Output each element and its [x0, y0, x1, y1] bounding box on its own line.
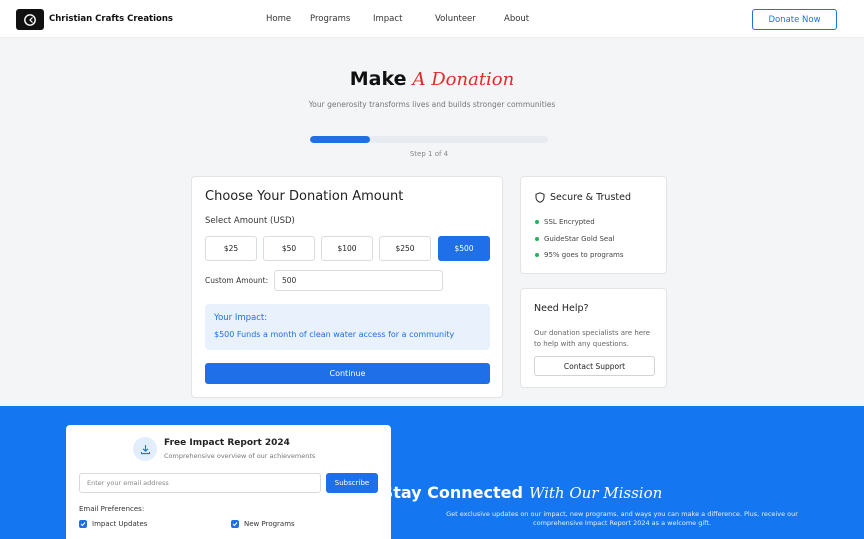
amount-button-25[interactable]: $25 [205, 236, 257, 261]
nav-link-about[interactable]: About [504, 14, 529, 24]
trust-item-label: SSL Encrypted [544, 218, 595, 226]
stay-title-script: With Our Mission [528, 483, 663, 502]
impact-box: Your Impact: $500 Funds a month of clean… [205, 304, 490, 350]
page-title: Make A Donation [0, 68, 864, 90]
donation-card-title: Choose Your Donation Amount [205, 189, 404, 204]
nav-link-programs[interactable]: Programs [310, 14, 350, 24]
pref-impact-updates[interactable]: Impact Updates [79, 520, 147, 528]
trust-item-label: GuideStar Gold Seal [544, 235, 615, 243]
contact-support-button[interactable]: Contact Support [534, 356, 655, 376]
checkbox-checked-icon[interactable] [231, 520, 239, 528]
green-dot-icon [535, 220, 539, 224]
continue-button[interactable]: Continue [205, 363, 490, 384]
impact-text: $500 Funds a month of clean water access… [214, 330, 455, 339]
custom-amount-label: Custom Amount: [205, 276, 269, 285]
trust-item: 95% goes to programs [535, 251, 623, 259]
download-icon [133, 437, 157, 461]
nav-link-volunteer[interactable]: Volunteer [435, 14, 476, 24]
pref-label: Impact Updates [92, 520, 148, 528]
custom-amount-input[interactable] [274, 270, 443, 291]
donation-amount-card: Choose Your Donation Amount Select Amoun… [191, 176, 503, 398]
page-title-main: Make [349, 68, 407, 90]
brand-name[interactable]: Christian Crafts Creations [49, 14, 173, 24]
green-dot-icon [535, 253, 539, 257]
newsletter-section: Free Impact Report 2024 Comprehensive ov… [0, 406, 864, 539]
stay-connected-text: Get exclusive updates on our impact, new… [446, 510, 798, 527]
report-subtitle: Comprehensive overview of our achievemen… [164, 452, 316, 460]
stay-title-main: Stay Connected [381, 483, 523, 502]
report-title: Free Impact Report 2024 [164, 438, 290, 448]
trust-item-label: 95% goes to programs [544, 251, 624, 259]
trust-item: SSL Encrypted [535, 218, 595, 226]
need-help-card: Need Help? Our donation specialists are … [520, 288, 667, 388]
checkbox-checked-icon[interactable] [79, 520, 87, 528]
green-dot-icon [535, 237, 539, 241]
brand-logo[interactable] [16, 9, 44, 30]
nav-link-impact[interactable]: Impact [373, 14, 402, 24]
shield-icon [535, 192, 545, 203]
stay-connected-title: Stay Connected With Our Mission [0, 482, 864, 502]
pref-new-programs[interactable]: New Programs [231, 520, 295, 528]
page-subtitle: Your generosity transforms lives and bui… [308, 100, 556, 109]
secure-trusted-card: Secure & Trusted SSL Encrypted GuideStar… [520, 176, 667, 274]
nav-link-home[interactable]: Home [266, 14, 291, 24]
donate-now-button[interactable]: Donate Now [752, 9, 837, 30]
step-progress-bar [310, 136, 548, 143]
step-label: Step 1 of 4 [409, 150, 449, 158]
help-title: Need Help? [534, 303, 589, 314]
pref-label: New Programs [244, 520, 295, 528]
secure-title-row: Secure & Trusted [535, 192, 631, 203]
preferences-label: Email Preferences: [79, 505, 145, 513]
amount-button-50[interactable]: $50 [263, 236, 315, 261]
amount-button-500[interactable]: $500 [438, 236, 490, 261]
amount-button-100[interactable]: $100 [321, 236, 373, 261]
amount-button-250[interactable]: $250 [379, 236, 431, 261]
trust-item: GuideStar Gold Seal [535, 235, 614, 243]
logo-mark-icon [24, 13, 36, 26]
secure-title: Secure & Trusted [550, 192, 631, 203]
amount-label: Select Amount (USD) [205, 216, 295, 226]
help-text: Our donation specialists are here to hel… [534, 329, 651, 348]
impact-title: Your Impact: [214, 313, 268, 323]
top-navbar: Christian Crafts Creations Home Programs… [0, 0, 864, 38]
page-title-script: A Donation [412, 68, 515, 90]
step-progress-fill [310, 136, 370, 143]
